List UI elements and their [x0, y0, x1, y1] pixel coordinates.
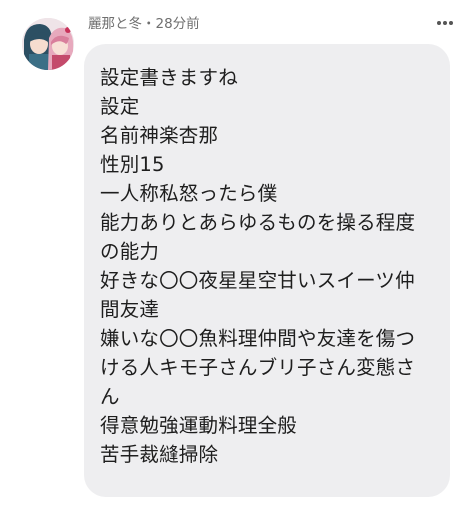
- message-line: 能力ありとあらゆるものを操る程度: [100, 211, 416, 234]
- message-line: ける人キモ子さんブリ子さん変態さ: [100, 356, 416, 379]
- message-line: 一人称私怒ったら僕: [100, 182, 278, 205]
- more-horizontal-icon: [437, 21, 453, 25]
- meta-separator: ・: [142, 16, 156, 32]
- message-line: 嫌いな〇〇魚料理仲間や友達を傷つ: [100, 327, 416, 350]
- message-bubble: 設定書きますね 設定 名前神楽杏那 性別15 一人称私怒ったら僕 能力ありとあら…: [84, 44, 450, 497]
- user-avatar[interactable]: [22, 18, 74, 70]
- message-line: 好きな〇〇夜星星空甘いスイーツ仲: [100, 269, 415, 292]
- message-line: 間友達: [100, 298, 160, 321]
- message-line: 名前神楽杏那: [100, 124, 219, 147]
- message-line: の能力: [100, 240, 160, 263]
- message-line: 苦手裁縫掃除: [100, 443, 219, 466]
- post-time: 28分前: [155, 16, 200, 32]
- message-line: 得意勉強運動料理全般: [100, 414, 298, 437]
- author-name[interactable]: 麗那と冬: [88, 16, 142, 32]
- message-line: ん: [100, 385, 120, 408]
- post-meta: 麗那と冬・28分前: [88, 14, 200, 34]
- message-post: 麗那と冬・28分前 設定書きますね 設定 名前神楽杏那 性別15 一人称私怒った…: [0, 0, 470, 512]
- message-line: 性別15: [100, 153, 165, 176]
- more-options-button[interactable]: [430, 12, 460, 34]
- message-line: 設定: [100, 95, 140, 118]
- message-line: 設定書きますね: [100, 66, 238, 89]
- avatar-illustration: [22, 18, 74, 70]
